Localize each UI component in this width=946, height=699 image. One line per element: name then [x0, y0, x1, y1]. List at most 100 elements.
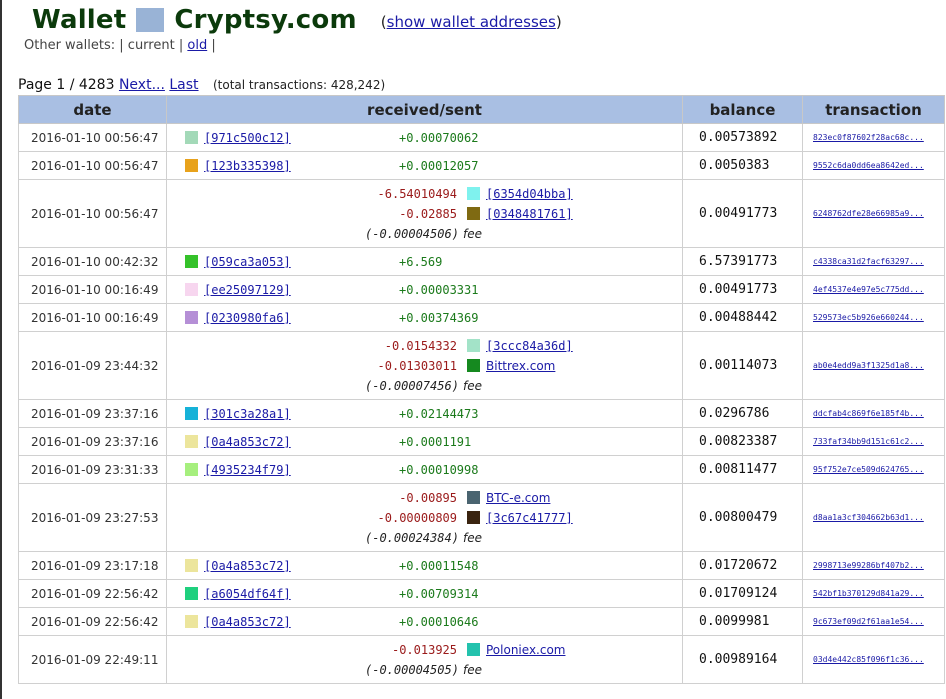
transaction-hash-link[interactable]: d8aa1a3cf304662b63d1...	[813, 513, 924, 522]
transactions-body: 2016-01-10 00:56:47 [971c500c12] +0.000700…	[18, 123, 945, 684]
sender-address-link[interactable]: [4935234f79]	[204, 463, 399, 477]
recipient-address-link[interactable]: BTC-e.com	[486, 491, 550, 505]
address-color-swatch	[185, 615, 198, 628]
transaction-cell: 95f752e7ce509d624765...	[802, 455, 945, 484]
show-wallet-addresses-link[interactable]: show wallet addresses	[387, 13, 556, 31]
transaction-cell: 03d4e442c85f096f1c36...	[802, 635, 945, 684]
table-row: 2016-01-09 23:37:16 [301c3a28a1] +0.021444…	[18, 399, 945, 428]
sent-amount: -0.0154332	[384, 338, 457, 353]
address-color-swatch	[185, 435, 198, 448]
sender-address-link[interactable]: [ee25097129]	[204, 283, 399, 297]
address-color-swatch	[185, 311, 198, 324]
balance-value: 0.00989164	[682, 635, 803, 684]
sender-address-link[interactable]: [059ca3a053]	[204, 255, 399, 269]
recipient-address-link[interactable]: Bittrex.com	[486, 359, 555, 373]
sender-address-link[interactable]: [301c3a28a1]	[204, 407, 399, 421]
transaction-hash-link[interactable]: 95f752e7ce509d624765...	[813, 465, 924, 474]
balance-value: 0.0099981	[682, 607, 803, 636]
incoming-line: [0a4a853c72] +0.00011548	[167, 556, 682, 576]
table-header-row: date received/sent balance transaction	[18, 95, 945, 124]
tx-date: 2016-01-09 23:37:16	[18, 399, 167, 428]
outgoing-line: -0.01303011 Bittrex.com	[167, 356, 682, 376]
received-sent-cell: -0.013925 Poloniex.com (-0.00004505) fee	[166, 635, 683, 684]
received-sent-cell: -6.54010494 [6354d04bba] -0.02885 [03484817…	[166, 179, 683, 248]
address-color-swatch	[467, 207, 480, 220]
received-sent-cell: [4935234f79] +0.00010998	[166, 455, 683, 484]
transaction-hash-link[interactable]: 03d4e442c85f096f1c36...	[813, 655, 924, 664]
pagination: Page 1 / 4283 Next... Last (total transa…	[18, 77, 385, 93]
transaction-hash-link[interactable]: 542bf1b370129d841a29...	[813, 589, 924, 598]
transaction-hash-link[interactable]: c4338ca31d2facf63297...	[813, 257, 924, 266]
transaction-hash-link[interactable]: 4ef4537e4e97e5c775dd...	[813, 285, 924, 294]
table-row: 2016-01-09 22:49:11 -0.013925 Poloniex.com…	[18, 635, 945, 684]
fee-line: (-0.00004505) fee	[167, 660, 682, 680]
incoming-line: [971c500c12] +0.00070062	[167, 128, 682, 148]
outgoing-line: -0.013925 Poloniex.com	[167, 640, 682, 660]
fee-label: fee	[463, 530, 482, 545]
balance-value: 0.0296786	[682, 399, 803, 428]
recipient-address-link[interactable]: [0348481761]	[486, 207, 573, 221]
transaction-hash-link[interactable]: ddcfab4c869f6e185f4b...	[813, 409, 924, 418]
page-title-wallet: Wallet	[32, 5, 127, 35]
sender-address-link[interactable]: [123b335398]	[204, 159, 399, 173]
show-addresses-wrap: (show wallet addresses)	[380, 13, 562, 31]
table-row: 2016-01-09 23:17:18 [0a4a853c72] +0.000115…	[18, 551, 945, 580]
table-row: 2016-01-09 23:37:16 [0a4a853c72] +0.000119…	[18, 427, 945, 456]
fee-amount: (-0.00004505)	[365, 662, 459, 677]
outgoing-line: -0.00895 BTC-e.com	[167, 488, 682, 508]
sender-address-link[interactable]: [971c500c12]	[204, 131, 399, 145]
transaction-cell: c4338ca31d2facf63297...	[802, 247, 945, 276]
last-page-link[interactable]: Last	[169, 77, 198, 93]
transaction-hash-link[interactable]: ab0e4edd9a3f1325d1a8...	[813, 361, 924, 370]
page-header: Wallet Cryptsy.com (show wallet addresse…	[32, 0, 562, 40]
transaction-hash-link[interactable]: 9c673ef09d2f61aa1e54...	[813, 617, 924, 626]
transaction-hash-link[interactable]: 9552c6da0dd6ea8642ed...	[813, 161, 924, 170]
recipient-address-link[interactable]: [3c67c41777]	[486, 511, 573, 525]
tx-date: 2016-01-09 23:27:53	[18, 483, 167, 552]
address-color-swatch	[185, 159, 198, 172]
sent-amount: -0.01303011	[377, 358, 457, 373]
outgoing-line: -0.0154332 [3ccc84a36d]	[167, 336, 682, 356]
sender-address-link[interactable]: [0a4a853c72]	[204, 615, 399, 629]
recipient-address-link[interactable]: Poloniex.com	[486, 643, 565, 657]
transaction-hash-link[interactable]: 529573ec5b926e660244...	[813, 313, 924, 322]
table-row: 2016-01-09 23:31:33 [4935234f79] +0.000109…	[18, 455, 945, 484]
table-row: 2016-01-09 22:56:42 [0a4a853c72] +0.000106…	[18, 607, 945, 636]
table-row: 2016-01-10 00:56:47 [123b335398] +0.000120…	[18, 151, 945, 180]
received-amount: +0.00709314	[399, 586, 479, 601]
transaction-hash-link[interactable]: 733faf34bb9d151c61c2...	[813, 437, 924, 446]
transaction-hash-link[interactable]: 6248762dfe28e66985a9...	[813, 209, 924, 218]
total-transactions: (total transactions: 428,242)	[213, 78, 386, 92]
old-wallet-link[interactable]: old	[187, 38, 207, 53]
col-header-transaction: transaction	[802, 95, 945, 124]
fee-label: fee	[463, 378, 482, 393]
sender-address-link[interactable]: [0230980fa6]	[204, 311, 399, 325]
col-header-date: date	[18, 95, 167, 124]
address-color-swatch	[467, 511, 480, 524]
other-wallets-bar: Other wallets: | current | old |	[24, 38, 216, 53]
sender-address-link[interactable]: [0a4a853c72]	[204, 559, 399, 573]
transaction-cell: 733faf34bb9d151c61c2...	[802, 427, 945, 456]
transaction-cell: 4ef4537e4e97e5c775dd...	[802, 275, 945, 304]
other-wallets-label: Other wallets:	[24, 38, 116, 53]
balance-value: 0.01720672	[682, 551, 803, 580]
balance-value: 0.00491773	[682, 275, 803, 304]
transaction-cell: d8aa1a3cf304662b63d1...	[802, 483, 945, 552]
address-color-swatch	[185, 283, 198, 296]
next-page-link[interactable]: Next...	[119, 77, 165, 93]
balance-value: 6.57391773	[682, 247, 803, 276]
received-sent-cell: [059ca3a053] +6.569	[166, 247, 683, 276]
sender-address-link[interactable]: [a6054df64f]	[204, 587, 399, 601]
received-sent-cell: [123b335398] +0.00012057	[166, 151, 683, 180]
recipient-address-link[interactable]: [3ccc84a36d]	[486, 339, 573, 353]
balance-value: 0.00823387	[682, 427, 803, 456]
incoming-line: [4935234f79] +0.00010998	[167, 460, 682, 480]
incoming-line: [059ca3a053] +6.569	[167, 252, 682, 272]
sender-address-link[interactable]: [0a4a853c72]	[204, 435, 399, 449]
balance-value: 0.00811477	[682, 455, 803, 484]
recipient-address-link[interactable]: [6354d04bba]	[486, 187, 573, 201]
table-row: 2016-01-10 00:16:49 [ee25097129] +0.000033…	[18, 275, 945, 304]
transaction-hash-link[interactable]: 2998713e99286bf407b2...	[813, 561, 924, 570]
received-amount: +0.0001191	[399, 434, 472, 449]
transaction-hash-link[interactable]: 823ec0f87602f28ac68c...	[813, 133, 924, 142]
